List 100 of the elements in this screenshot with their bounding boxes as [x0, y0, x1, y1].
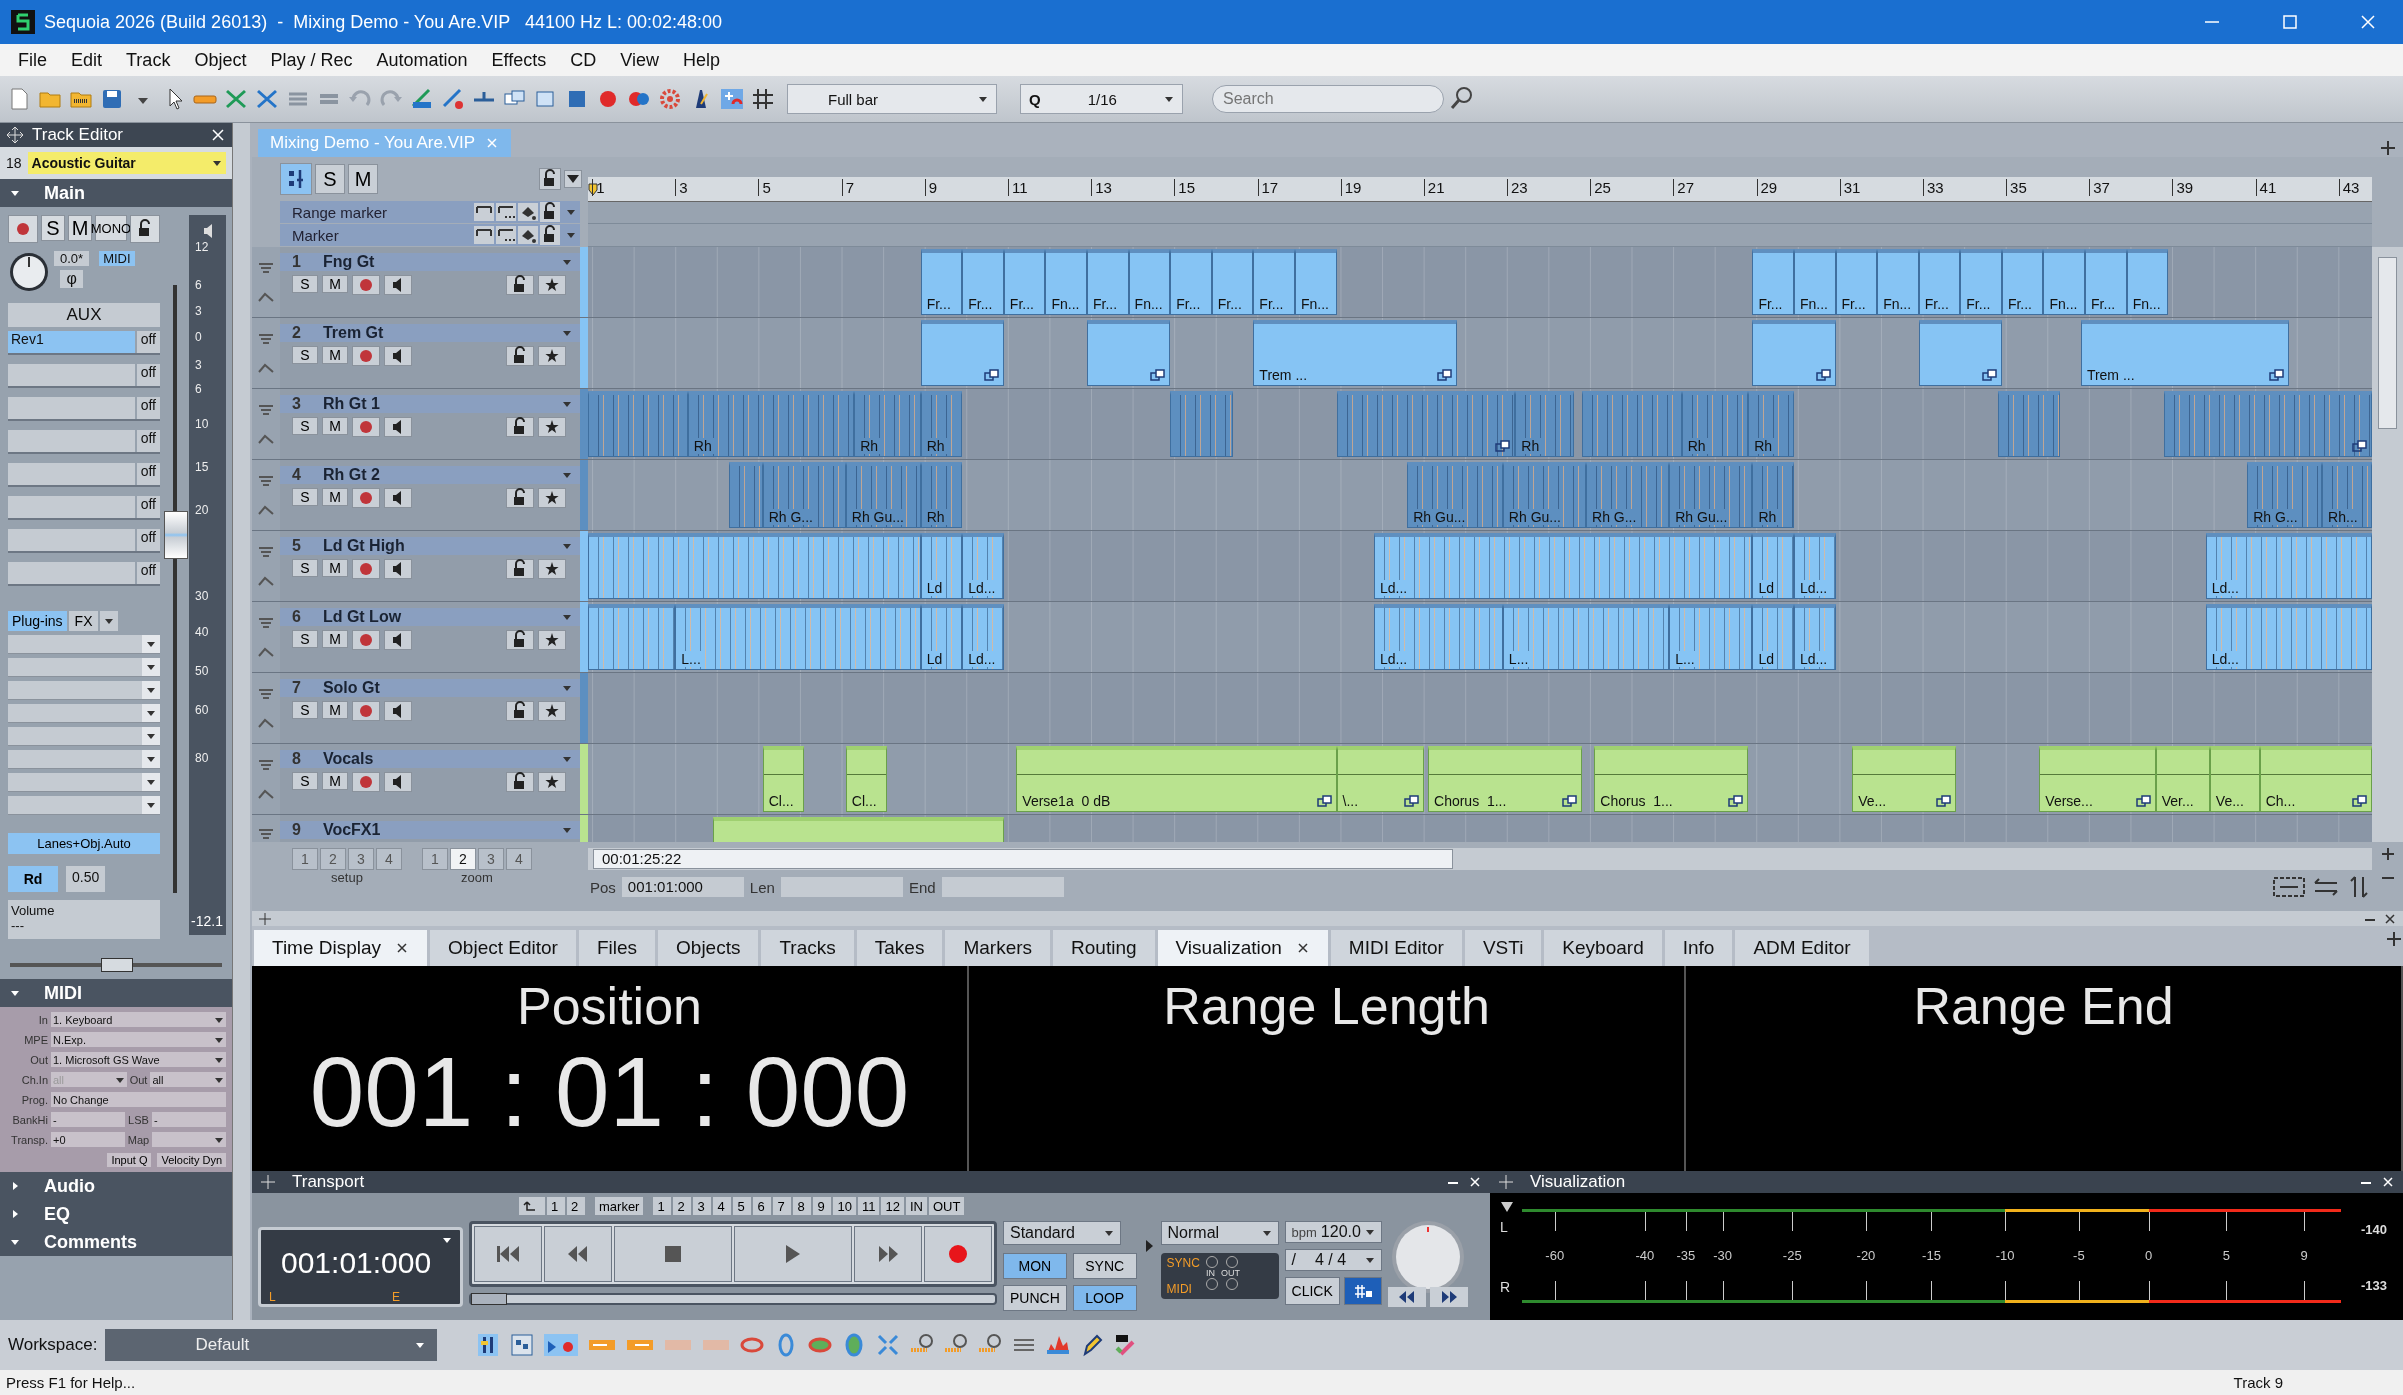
- marker-number-button[interactable]: 9: [813, 1197, 832, 1215]
- bank-field[interactable]: -: [51, 1112, 126, 1127]
- mute-button[interactable]: M: [322, 417, 348, 435]
- send-value[interactable]: off: [136, 331, 160, 353]
- mute-button[interactable]: M: [322, 346, 348, 364]
- track-lane[interactable]: Trem ... Trem ...: [588, 318, 2372, 388]
- audio-clip[interactable]: L...: [675, 604, 921, 670]
- section-header[interactable]: Main: [0, 179, 232, 207]
- audio-clip[interactable]: Fr...: [1087, 249, 1129, 315]
- audio-clip[interactable]: Rh G...: [1586, 462, 1670, 528]
- audio-clip[interactable]: \...: [1336, 746, 1424, 812]
- mute-button[interactable]: M: [68, 215, 92, 241]
- audio-clip[interactable]: Chorus 1...: [1594, 746, 1749, 812]
- section-header[interactable]: MIDI: [0, 979, 232, 1007]
- audio-clip[interactable]: Rh: [1681, 391, 1749, 457]
- audio-clip[interactable]: Fn...: [1294, 249, 1337, 315]
- menu-item[interactable]: Edit: [59, 49, 115, 71]
- audio-clip[interactable]: Fn...: [1045, 249, 1087, 315]
- fx-button[interactable]: FX: [68, 611, 99, 631]
- solo-button[interactable]: S: [292, 772, 318, 790]
- audio-clip[interactable]: Rh Gu...: [1502, 462, 1586, 528]
- send-value[interactable]: off: [136, 364, 160, 386]
- position-field[interactable]: 001:01:000: [621, 877, 744, 897]
- panel-tab[interactable]: MIDI Editor: [1330, 930, 1462, 966]
- panel-tab[interactable]: Markers: [945, 930, 1051, 966]
- audio-clip[interactable]: Verse...: [2039, 746, 2156, 812]
- track-name-bar[interactable]: 2 Trem Gt: [280, 324, 580, 342]
- search-field[interactable]: Search: [1212, 85, 1444, 113]
- audio-clip[interactable]: Rh Gu...: [1669, 462, 1753, 528]
- plugins-button[interactable]: Plug-ins: [8, 611, 67, 631]
- panel-tab[interactable]: Files: [578, 930, 656, 966]
- menu-item[interactable]: View: [608, 49, 671, 71]
- scrollbar[interactable]: 00:01:25:22: [588, 848, 2372, 870]
- track-name-bar[interactable]: 5 Ld Gt High: [280, 537, 580, 555]
- send-value[interactable]: off: [136, 463, 160, 485]
- marker-number-button[interactable]: 12: [881, 1197, 904, 1215]
- audio-clip[interactable]: Ld: [1752, 533, 1794, 599]
- audio-clip[interactable]: Rh Gu...: [1407, 462, 1503, 528]
- audio-clip[interactable]: Fn...: [1128, 249, 1171, 315]
- track-dropdown[interactable]: Acoustic Guitar: [27, 152, 226, 174]
- marker-number-button[interactable]: 5: [733, 1197, 752, 1215]
- midi-dropdown[interactable]: all: [150, 1072, 226, 1087]
- audio-clip[interactable]: Ch...: [2259, 746, 2372, 812]
- panel-tab[interactable]: ADM Editor: [1735, 930, 1869, 966]
- track-lane[interactable]: L... Ld Ld... Ld... L... L... Ld Ld... Ld...: [588, 602, 2372, 672]
- audio-clip[interactable]: Fr...: [2001, 249, 2044, 315]
- toggle-button[interactable]: PUNCH: [1003, 1285, 1067, 1311]
- solo-button[interactable]: S: [292, 417, 318, 435]
- audio-clip[interactable]: Fr...: [1835, 249, 1878, 315]
- track-lane[interactable]: Rh G... Rh Gu... Rh Rh Gu... Rh Gu... Rh G... Rh Gu... Rh Rh G... Rh...: [588, 460, 2372, 530]
- track-name-bar[interactable]: 7 Solo Gt: [280, 679, 580, 697]
- marker-number-button[interactable]: 11: [857, 1197, 880, 1215]
- audio-clip[interactable]: Rh G...: [762, 462, 846, 528]
- menu-item[interactable]: File: [6, 49, 59, 71]
- toggle-button[interactable]: SYNC: [1072, 1253, 1137, 1279]
- audio-clip[interactable]: Rh: [1752, 462, 1794, 528]
- mute-button[interactable]: M: [322, 275, 348, 293]
- track-name-bar[interactable]: 3 Rh Gt 1: [280, 395, 580, 413]
- track-name-bar[interactable]: 9 VocFX1: [280, 821, 580, 839]
- audio-clip[interactable]: Rh: [1515, 391, 1574, 457]
- audio-clip[interactable]: Ve...: [1852, 746, 1957, 812]
- menu-item[interactable]: CD: [558, 49, 609, 71]
- out-button[interactable]: OUT: [928, 1197, 965, 1215]
- track-name-bar[interactable]: 4 Rh Gt 2: [280, 466, 580, 484]
- panel-tab[interactable]: Tracks: [761, 930, 854, 966]
- audio-clip[interactable]: Fr...: [920, 249, 963, 315]
- marker-number-button[interactable]: 4: [713, 1197, 732, 1215]
- audio-clip[interactable]: Rh G...: [2247, 462, 2323, 528]
- read-button[interactable]: Rd: [8, 866, 58, 892]
- preset-button[interactable]: 1: [292, 848, 318, 870]
- audio-clip[interactable]: Ld...: [962, 604, 1004, 670]
- audio-clip[interactable]: Fr...: [1253, 249, 1295, 315]
- audio-clip[interactable]: Fn...: [2126, 249, 2169, 315]
- track-name-bar[interactable]: 1 Fng Gt: [280, 253, 580, 271]
- audio-clip[interactable]: Rh: [1748, 391, 1794, 457]
- panel-tab[interactable]: Visualization: [1157, 930, 1328, 966]
- mode-dropdown[interactable]: Standard: [1003, 1221, 1121, 1245]
- preset-button[interactable]: 2: [450, 848, 476, 870]
- preset-button[interactable]: 2: [320, 848, 346, 870]
- solo-button[interactable]: S: [315, 164, 345, 194]
- midi-button[interactable]: Input Q: [107, 1152, 152, 1167]
- preset-button[interactable]: 4: [506, 848, 532, 870]
- signature-dropdown[interactable]: / 4 / 4: [1284, 1249, 1382, 1271]
- send-value[interactable]: off: [136, 562, 160, 584]
- audio-clip[interactable]: Ld...: [962, 533, 1004, 599]
- panel-tab[interactable]: Info: [1664, 930, 1733, 966]
- quantize-dropdown[interactable]: Q 1/16: [1020, 84, 1183, 114]
- section-header[interactable]: EQ: [0, 1200, 232, 1228]
- marker-number-button[interactable]: 7: [773, 1197, 792, 1215]
- audio-clip[interactable]: Fr...: [1003, 249, 1046, 315]
- in-button[interactable]: IN: [905, 1197, 927, 1215]
- audio-clip[interactable]: Ld...: [2205, 604, 2372, 670]
- toggle-button[interactable]: MON: [1003, 1253, 1067, 1279]
- solo-button[interactable]: S: [41, 215, 65, 241]
- send-value[interactable]: off: [136, 496, 160, 518]
- midi-dropdown[interactable]: N.Exp.: [51, 1032, 226, 1047]
- audio-clip[interactable]: Ld: [920, 533, 963, 599]
- audio-clip[interactable]: Fr...: [962, 249, 1004, 315]
- solo-button[interactable]: S: [292, 701, 318, 719]
- panel-tab[interactable]: Keyboard: [1544, 930, 1662, 966]
